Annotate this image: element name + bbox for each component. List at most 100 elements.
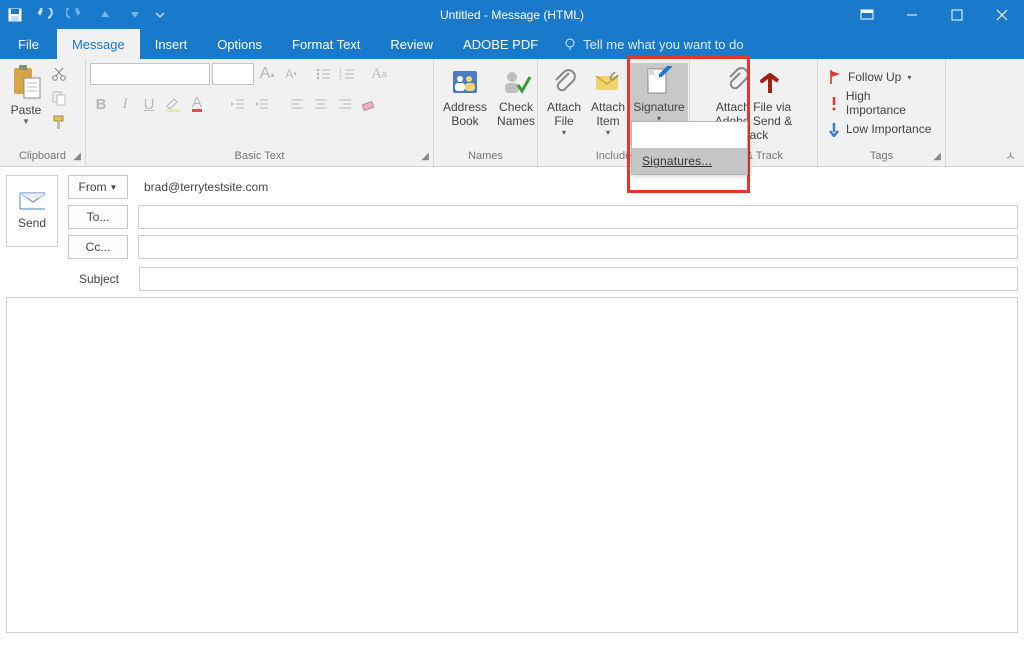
close-button[interactable] [979, 0, 1024, 29]
group-label-tags: Tags ◢ [818, 148, 945, 166]
minimize-button[interactable] [889, 0, 934, 29]
address-book-button[interactable]: Address Book [438, 63, 492, 145]
cc-button[interactable]: Cc... [68, 235, 128, 259]
chevron-down-icon: ▼ [22, 117, 30, 126]
tab-format-text[interactable]: Format Text [277, 29, 375, 59]
maximize-button[interactable] [934, 0, 979, 29]
tab-review[interactable]: Review [375, 29, 448, 59]
check-names-icon [499, 65, 533, 99]
copy-icon [51, 90, 67, 106]
redo-button[interactable] [60, 0, 90, 29]
undo-button[interactable] [30, 0, 60, 29]
styles-button[interactable]: Aa [368, 63, 390, 85]
send-button[interactable]: Send [6, 175, 58, 247]
subject-label: Subject [69, 272, 129, 286]
high-importance-label: High Importance [846, 89, 933, 117]
clear-formatting-button[interactable] [358, 93, 380, 115]
compose-area: Send From ▼ brad@terrytestsite.com To...… [0, 167, 1024, 291]
cc-field[interactable] [138, 235, 1018, 259]
numbering-icon: 123 [339, 67, 355, 81]
paste-button[interactable]: Paste ▼ [6, 63, 46, 126]
font-size-combo[interactable] [212, 63, 254, 85]
font-name-combo[interactable] [90, 63, 210, 85]
copy-button[interactable] [50, 89, 68, 107]
signature-dropdown-blank[interactable] [632, 122, 747, 148]
follow-up-button[interactable]: Follow Up ▾ [828, 67, 933, 87]
grow-font-button[interactable]: A▴ [256, 63, 278, 85]
cut-button[interactable] [50, 65, 68, 83]
tab-file[interactable]: File [0, 29, 57, 59]
highlight-icon [164, 96, 182, 112]
from-label: From [79, 180, 107, 194]
tell-me-label: Tell me what you want to do [583, 37, 743, 52]
undo-icon [36, 8, 54, 22]
italic-button[interactable]: I [114, 93, 136, 115]
chevron-down-icon: ▾ [606, 128, 610, 137]
high-importance-button[interactable]: High Importance [828, 93, 933, 113]
numbering-button[interactable]: 123 [336, 63, 358, 85]
collapse-ribbon-button[interactable]: ㅅ [1005, 147, 1016, 164]
decrease-indent-button[interactable] [226, 93, 248, 115]
group-label-clipboard: Clipboard ◢ [0, 148, 85, 166]
group-tags: Follow Up ▾ High Importance Low Importan… [818, 59, 946, 166]
from-value: brad@terrytestsite.com [138, 180, 1018, 194]
qat-prev-button[interactable] [90, 0, 120, 29]
close-icon [996, 9, 1008, 21]
ribbon: Paste ▼ Clipboard ◢ [0, 59, 1024, 167]
low-importance-button[interactable]: Low Importance [828, 119, 933, 139]
dialog-launcher-icon[interactable]: ◢ [73, 149, 81, 165]
signatures-menu-item[interactable]: Signatures... [632, 148, 747, 174]
group-basic-text: A▴ A▾ 123 Aa B I U A [86, 59, 434, 166]
tell-me-search[interactable]: Tell me what you want to do [553, 29, 753, 59]
align-right-button[interactable] [334, 93, 356, 115]
align-center-button[interactable] [310, 93, 332, 115]
dialog-launcher-icon[interactable]: ◢ [933, 149, 941, 165]
follow-up-label: Follow Up [848, 70, 901, 84]
tab-adobe-pdf[interactable]: ADOBE PDF [448, 29, 553, 59]
attach-item-icon [591, 65, 625, 99]
tab-insert[interactable]: Insert [140, 29, 203, 59]
bullets-button[interactable] [312, 63, 334, 85]
indent-icon [253, 97, 269, 111]
ribbon-display-button[interactable] [844, 0, 889, 29]
attach-item-label: Attach Item [591, 100, 625, 128]
qat-customize-button[interactable] [150, 0, 170, 29]
text-highlight-button[interactable] [162, 93, 184, 115]
window-controls [844, 0, 1024, 29]
subject-field[interactable] [139, 267, 1018, 291]
adobe-attach-icon [724, 65, 784, 99]
chevron-down-icon: ▼ [110, 183, 118, 192]
ribbon-tabs: File Message Insert Options Format Text … [0, 29, 1024, 59]
group-label-names: Names [434, 148, 537, 166]
chevron-down-icon: ▾ [907, 73, 911, 82]
down-arrow-icon [129, 9, 141, 21]
svg-text:3: 3 [339, 76, 342, 81]
tab-options[interactable]: Options [202, 29, 277, 59]
shrink-font-button[interactable]: A▾ [280, 63, 302, 85]
to-field[interactable] [138, 205, 1018, 229]
attach-file-button[interactable]: Attach File ▾ [542, 63, 586, 145]
align-left-button[interactable] [286, 93, 308, 115]
attach-item-button[interactable]: Attach Item ▾ [586, 63, 630, 145]
check-names-button[interactable]: Check Names [492, 63, 540, 145]
to-button[interactable]: To... [68, 205, 128, 229]
format-painter-button[interactable] [50, 113, 68, 131]
underline-button[interactable]: U [138, 93, 160, 115]
paste-icon [10, 63, 42, 101]
bold-button[interactable]: B [90, 93, 112, 115]
group-label-basic-text: Basic Text ◢ [86, 148, 433, 166]
maximize-icon [951, 9, 963, 21]
dialog-launcher-icon[interactable]: ◢ [421, 149, 429, 165]
qat-next-button[interactable] [120, 0, 150, 29]
from-button[interactable]: From ▼ [68, 175, 128, 199]
down-arrow-icon [828, 121, 840, 137]
bullets-icon [315, 67, 331, 81]
tab-message[interactable]: Message [57, 29, 140, 59]
save-button[interactable] [0, 0, 30, 29]
cut-icon [51, 66, 67, 82]
low-importance-label: Low Importance [846, 122, 931, 136]
increase-indent-button[interactable] [250, 93, 272, 115]
font-color-button[interactable]: A [186, 93, 208, 115]
message-body[interactable] [6, 297, 1018, 633]
up-arrow-icon [99, 9, 111, 21]
